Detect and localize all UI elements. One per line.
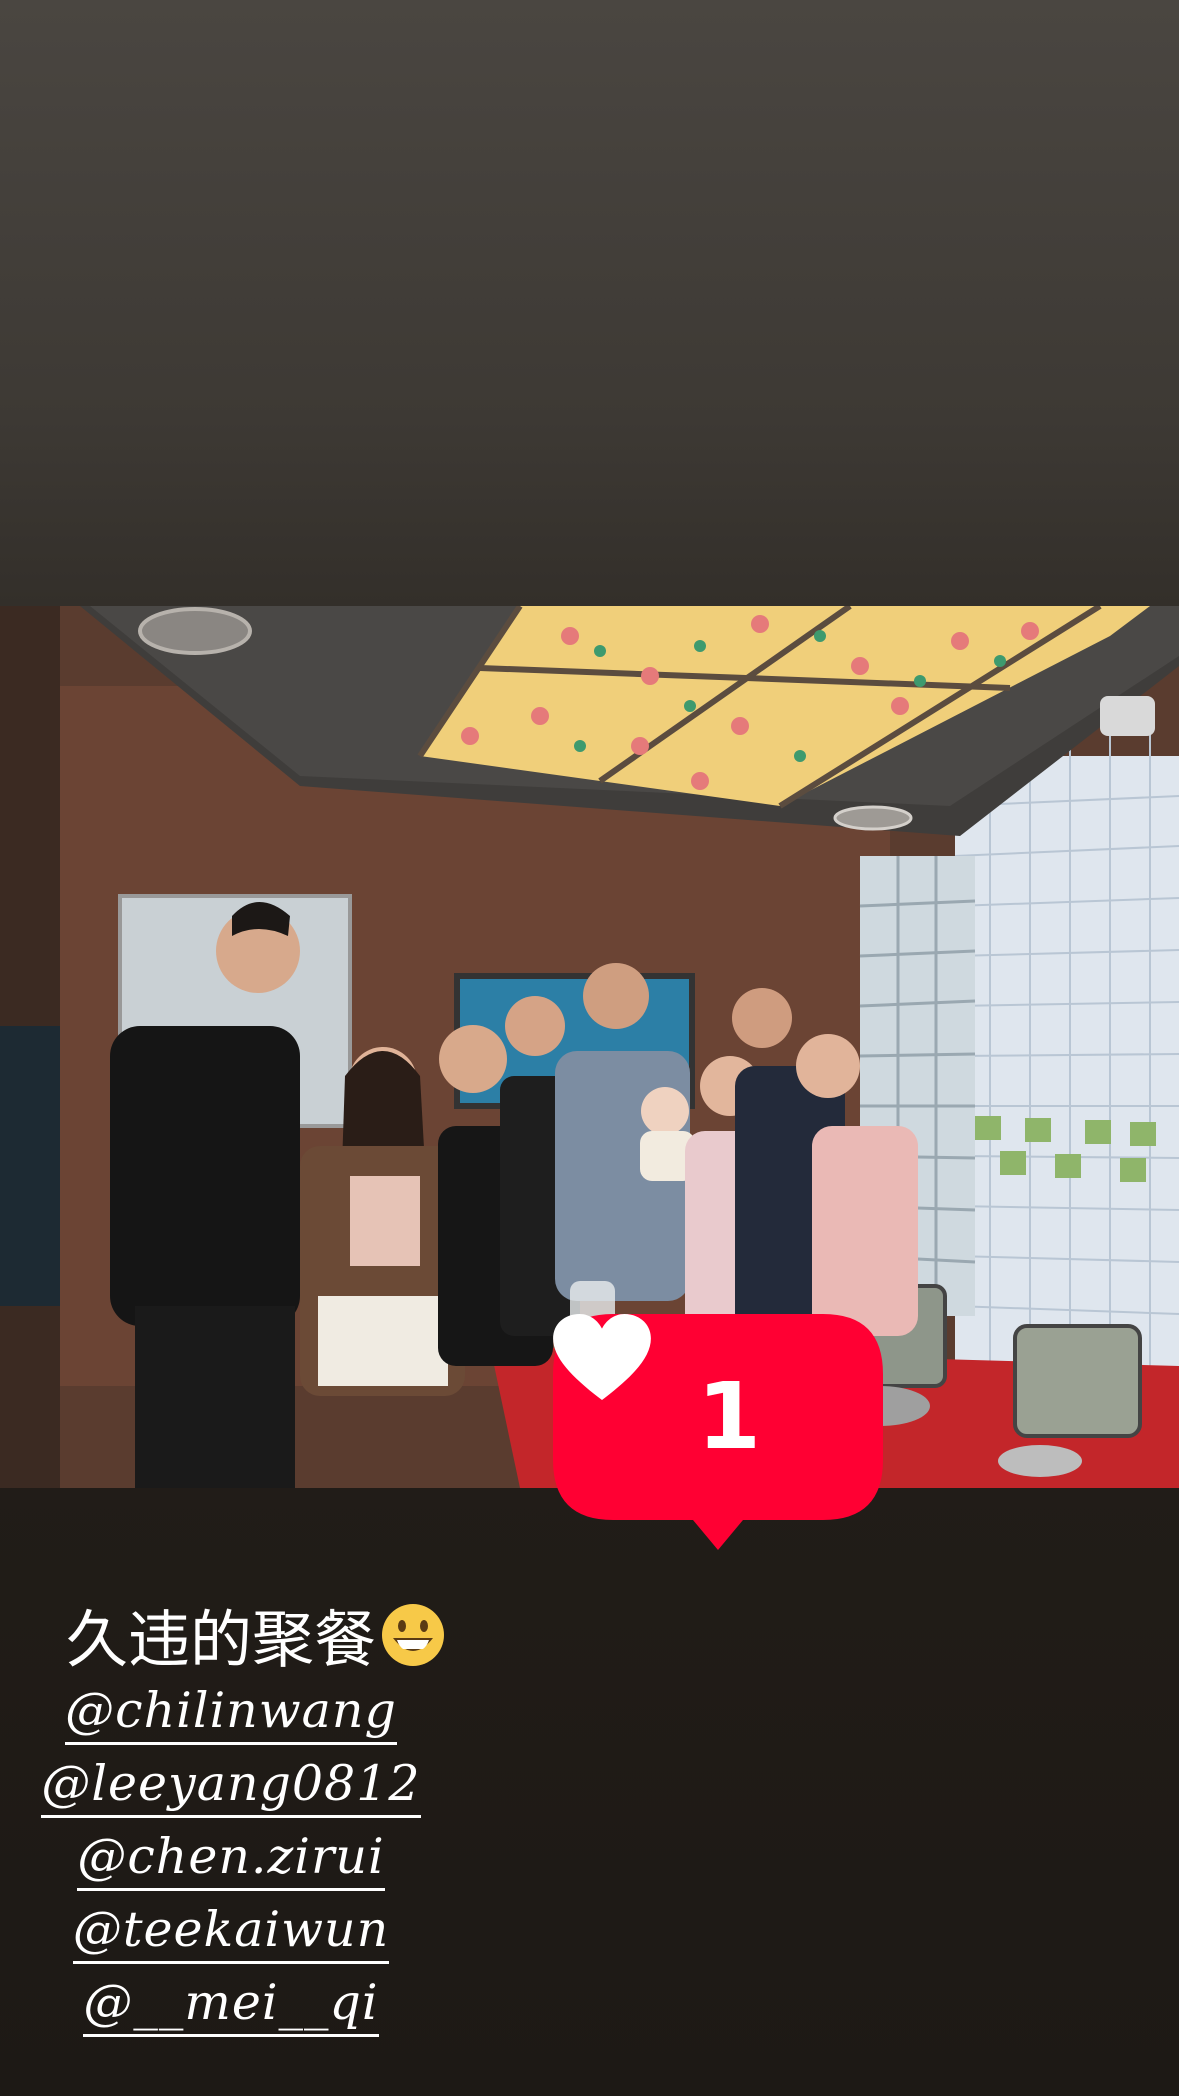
mention-teekaiwun[interactable]: @teekaiwun: [72, 1905, 390, 1964]
mention-chilinwang[interactable]: @chilinwang: [65, 1686, 397, 1745]
caption-text: 久违的聚餐: [66, 1603, 377, 1676]
mention-leeyang0812[interactable]: @leeyang0812: [41, 1759, 421, 1818]
story-caption: 久违的聚餐: [66, 1602, 446, 1678]
like-sticker[interactable]: 1: [553, 1314, 883, 1558]
mention-chen-zirui[interactable]: @chen.zirui: [77, 1832, 385, 1891]
grinning-face-icon: [380, 1602, 446, 1678]
mention-list: @chilinwang @leeyang0812 @chen.zirui @te…: [36, 1686, 426, 2051]
like-count: 1: [696, 1363, 761, 1470]
mention-mei-qi[interactable]: @__mei__qi: [83, 1978, 379, 2037]
